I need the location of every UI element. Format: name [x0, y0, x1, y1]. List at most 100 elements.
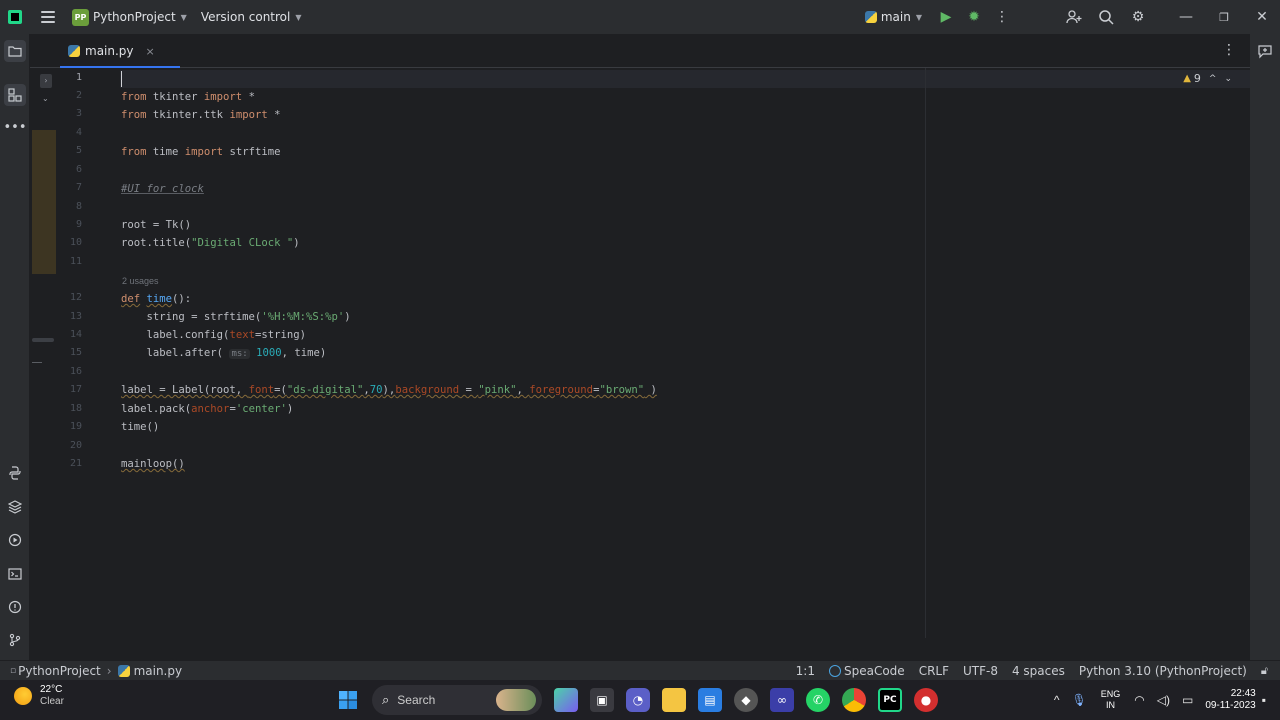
whatsapp-icon[interactable]: ✆: [806, 688, 830, 712]
project-badge[interactable]: PP: [72, 8, 89, 26]
code-line-18: label.pack(anchor='center'): [121, 403, 294, 415]
scroll-marker: [32, 338, 54, 342]
chevron-up-icon[interactable]: ^: [1209, 74, 1217, 84]
chevron-down-icon[interactable]: ⌄: [1224, 74, 1232, 84]
text-caret: [121, 71, 122, 87]
breadcrumb-project[interactable]: PythonProject: [18, 664, 101, 678]
clock[interactable]: 22:43 09-11-2023: [1205, 688, 1255, 712]
lock-icon[interactable]: 🔓︎: [1261, 664, 1268, 678]
line-separator[interactable]: CRLF: [919, 664, 949, 678]
tab-close-icon[interactable]: ×: [146, 45, 155, 58]
breadcrumb-separator: ›: [106, 663, 112, 678]
microsoft-store-icon[interactable]: ▤: [698, 688, 722, 712]
run-config-selector[interactable]: main ▼: [864, 10, 922, 24]
chevron-down-icon[interactable]: ▼: [295, 13, 301, 22]
python-packages-icon[interactable]: [4, 496, 26, 518]
code-line-7: #UI for clock: [121, 183, 204, 195]
task-view-icon[interactable]: ▣: [590, 688, 614, 712]
pycharm-taskbar-icon[interactable]: PC: [878, 688, 902, 712]
line-number: 6: [75, 164, 82, 175]
line-number: 15: [69, 347, 82, 358]
indent-setting[interactable]: 4 spaces: [1012, 664, 1065, 678]
divider: [32, 362, 42, 363]
battery-icon[interactable]: ▭: [1182, 693, 1193, 707]
more-horizontal-icon[interactable]: •••: [4, 116, 27, 138]
line-number-gutter: 1 2 3 4 5 6 7 8 9 10 11 12 13 14 15 16 17 18 19 20 21: [56, 68, 120, 638]
line-number: 9: [75, 219, 82, 230]
start-windows-icon[interactable]: [336, 688, 360, 712]
chrome-icon[interactable]: [842, 688, 866, 712]
main-menu-icon[interactable]: [41, 11, 55, 23]
add-user-icon[interactable]: [1064, 7, 1084, 27]
code-line-9: root = Tk(): [121, 219, 192, 231]
plugin-icon: [828, 665, 841, 677]
file-encoding[interactable]: UTF-8: [963, 664, 998, 678]
tab-label: main.py: [85, 44, 134, 58]
line-number: 8: [75, 201, 82, 212]
python-file-icon: [68, 45, 80, 57]
more-vertical-icon[interactable]: ⋮: [992, 7, 1012, 27]
tab-options-icon[interactable]: ⋮: [1222, 42, 1236, 58]
plugin-widget[interactable]: SpeaCode: [828, 664, 905, 678]
teams-chat-icon[interactable]: ◔: [626, 688, 650, 712]
system-tray: ^ 🎙︎ ENG IN ◠ ◁) ▭ 22:43 09-11-2023 ▪: [1048, 684, 1272, 716]
app-icon[interactable]: ●: [914, 688, 938, 712]
chevron-down-icon: ▼: [915, 12, 922, 22]
pycharm-logo-icon[interactable]: [8, 10, 22, 24]
ai-assistant-icon[interactable]: [1256, 42, 1274, 60]
python-interpreter[interactable]: Python 3.10 (PythonProject): [1079, 664, 1247, 678]
python-file-icon: [117, 664, 130, 677]
chevron-down-icon[interactable]: ▼: [181, 13, 187, 22]
chevron-right-icon[interactable]: ›: [40, 74, 52, 88]
gear-icon[interactable]: ⚙: [1128, 7, 1148, 27]
microphone-icon[interactable]: 🎙︎: [1072, 693, 1087, 707]
code-line-21: mainloop(): [121, 458, 185, 470]
debug-icon[interactable]: ✹: [964, 7, 984, 27]
chevron-up-icon[interactable]: ^: [1054, 693, 1060, 707]
line-number: 10: [69, 237, 82, 248]
right-tool-strip: [1250, 34, 1280, 660]
code-editor[interactable]: ▲ 9 ^ ⌄ from tkinter import * from tkint…: [120, 68, 1250, 638]
git-icon[interactable]: [4, 629, 26, 651]
notification-icon[interactable]: ▪: [1262, 693, 1266, 707]
usages-hint[interactable]: 2 usages: [122, 276, 159, 286]
project-name[interactable]: PythonProject: [93, 10, 176, 24]
chevron-down-icon[interactable]: ⌄: [42, 94, 49, 103]
copilot-icon[interactable]: [554, 688, 578, 712]
weather-widget[interactable]: 22°C Clear: [14, 684, 64, 708]
windows-taskbar: 22°C Clear ⌕ Search ▣ ◔ ▤ ◆ ∞ ✆ PC ● ^ 🎙…: [0, 680, 1280, 720]
code-line-10: root.title("Digital CLock "): [121, 237, 300, 249]
version-control-menu[interactable]: Version control: [201, 10, 291, 24]
inspections-widget[interactable]: ▲ 9 ^ ⌄: [1183, 72, 1232, 85]
wifi-icon[interactable]: ◠: [1134, 693, 1144, 707]
tab-main-py[interactable]: main.py ×: [60, 34, 163, 68]
breadcrumb-file[interactable]: main.py: [134, 664, 183, 678]
taskbar-search[interactable]: ⌕ Search: [372, 685, 542, 715]
run-icon[interactable]: ▶: [936, 7, 956, 27]
search-label: Search: [397, 693, 436, 707]
left-tool-strip: •••: [0, 34, 30, 660]
volume-icon[interactable]: ◁): [1157, 693, 1170, 707]
services-icon[interactable]: [4, 529, 26, 551]
line-number: 21: [69, 458, 82, 469]
terminal-icon[interactable]: [4, 563, 26, 585]
problems-icon[interactable]: [4, 596, 26, 618]
search-icon[interactable]: [1096, 7, 1116, 27]
maximize-icon[interactable]: ❐: [1214, 7, 1234, 27]
clock-date: 09-11-2023: [1205, 700, 1256, 711]
python-icon: [864, 11, 877, 23]
app-icon[interactable]: ◆: [734, 688, 758, 712]
structure-icon[interactable]: [4, 84, 26, 106]
visual-studio-icon[interactable]: ∞: [770, 688, 794, 712]
python-console-icon[interactable]: [4, 462, 26, 484]
title-bar: PP PythonProject ▼ Version control ▼ mai…: [0, 0, 1280, 34]
close-icon[interactable]: ✕: [1252, 7, 1272, 27]
minimize-icon[interactable]: —: [1176, 7, 1196, 27]
caret-position[interactable]: 1:1: [796, 664, 815, 678]
file-explorer-icon[interactable]: [662, 688, 686, 712]
code-line-5: from time import strftime: [121, 146, 281, 158]
line-number: 13: [69, 311, 82, 322]
project-folder-icon[interactable]: [4, 40, 26, 62]
line-number: 12: [69, 292, 82, 303]
language-indicator[interactable]: ENG IN: [1101, 689, 1121, 711]
